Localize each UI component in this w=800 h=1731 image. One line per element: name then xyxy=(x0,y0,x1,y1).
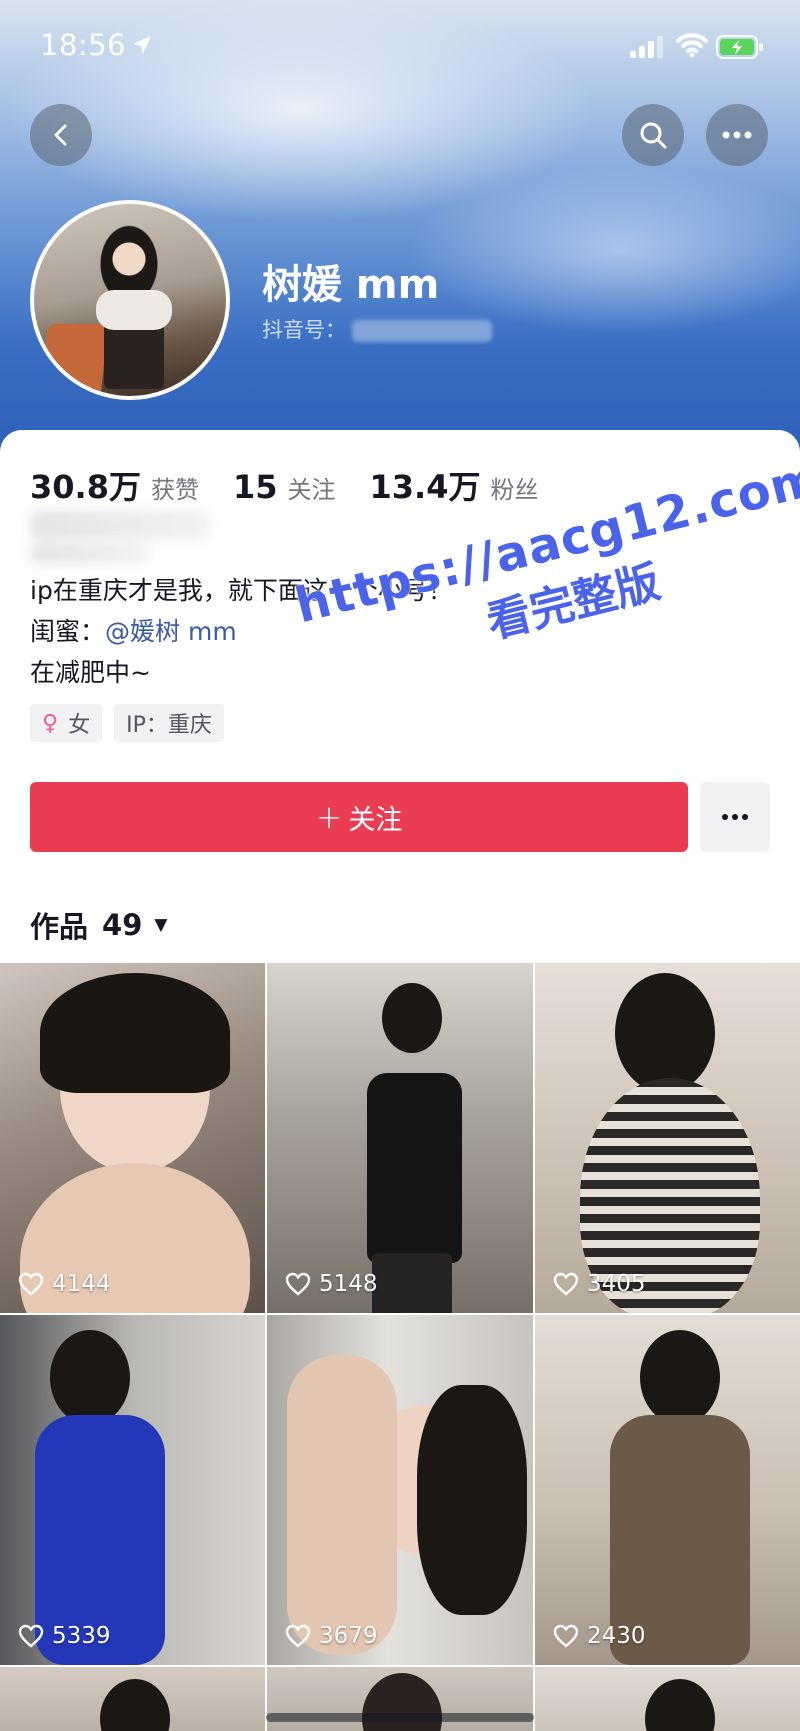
bio: ip在重庆才是我，就下面这一个小号！ 闺蜜：@媛树 mm 在减肥中~ xyxy=(30,570,453,693)
thumbnail-photo-detail xyxy=(40,973,230,1093)
stat-likes: 30.8万 获赞 xyxy=(30,462,199,508)
battery-charging-icon xyxy=(716,35,764,63)
works-tab[interactable]: 作品 49 ▼ xyxy=(30,904,167,946)
bio-line: 闺蜜：@媛树 mm xyxy=(30,611,453,652)
heart-icon xyxy=(285,1624,311,1648)
stat-followers[interactable]: 13.4万 粉丝 xyxy=(370,462,539,508)
profile-name: 树媛 mm xyxy=(262,262,440,308)
status-bar: 18:56 xyxy=(0,0,800,90)
thumbnail-photo-detail xyxy=(382,983,442,1053)
thumbnail-photo-detail xyxy=(645,1679,715,1731)
bio-line: 在减肥中~ xyxy=(30,658,151,687)
thumbnail-photo-detail xyxy=(50,1330,130,1425)
chevron-left-icon xyxy=(54,124,67,146)
like-count: 2430 xyxy=(553,1623,646,1649)
thumbnail-photo-detail xyxy=(372,1253,452,1313)
heart-icon xyxy=(553,1624,579,1648)
more-options-button[interactable] xyxy=(706,104,768,166)
like-count-value: 5148 xyxy=(319,1271,378,1297)
like-count: 5148 xyxy=(285,1271,378,1297)
avatar[interactable] xyxy=(30,200,230,400)
back-button[interactable] xyxy=(30,104,92,166)
like-count-value: 3405 xyxy=(587,1271,646,1297)
home-indicator[interactable] xyxy=(266,1713,534,1722)
female-icon: ♀ xyxy=(42,710,59,736)
bio-prefix: 闺蜜： xyxy=(30,617,106,646)
works-count: 49 xyxy=(102,908,143,942)
stat-label: 粉丝 xyxy=(490,476,539,504)
heart-icon xyxy=(553,1272,579,1296)
thumbnail-photo-detail xyxy=(287,1355,397,1655)
stat-value: 30.8万 xyxy=(30,468,141,506)
stat-value: 13.4万 xyxy=(369,468,481,506)
follow-label: 关注 xyxy=(348,804,403,836)
douyin-id-blurred xyxy=(352,320,492,342)
stat-value: 15 xyxy=(232,468,278,506)
video-thumbnail[interactable] xyxy=(0,1667,265,1731)
video-thumbnail[interactable]: 3679 xyxy=(267,1315,533,1665)
mention-link[interactable]: @媛树 mm xyxy=(105,617,237,646)
like-count-value: 3679 xyxy=(319,1623,378,1649)
thumbnail-photo-detail xyxy=(640,1330,720,1425)
like-count-value: 4144 xyxy=(52,1271,111,1297)
avatar-photo-detail xyxy=(96,290,172,330)
ip-location-tag: IP：重庆 xyxy=(114,704,224,742)
like-count: 4144 xyxy=(18,1271,111,1297)
video-thumbnail[interactable] xyxy=(535,1667,800,1731)
avatar-photo-detail xyxy=(39,324,109,396)
heart-icon xyxy=(285,1272,311,1296)
ellipsis-icon xyxy=(722,131,752,139)
heart-icon xyxy=(18,1624,44,1648)
video-thumbnail[interactable]: 2430 xyxy=(535,1315,800,1665)
caret-down-icon: ▼ xyxy=(154,915,168,935)
like-count-value: 5339 xyxy=(52,1623,111,1649)
video-thumbnail[interactable]: 4144 xyxy=(0,963,265,1313)
more-actions-button[interactable] xyxy=(700,782,770,852)
thumbnail-photo-detail xyxy=(100,1679,170,1731)
video-thumbnail[interactable]: 5339 xyxy=(0,1315,265,1665)
video-thumbnail[interactable]: 3405 xyxy=(535,963,800,1313)
like-count-value: 2430 xyxy=(587,1623,646,1649)
gender-tag: ♀ 女 xyxy=(30,704,103,742)
douyin-id-label: 抖音号： xyxy=(262,318,346,342)
thumbnail-photo-detail xyxy=(417,1385,527,1615)
blurred-text xyxy=(30,510,210,540)
stat-label: 获赞 xyxy=(150,476,199,504)
video-grid: 4144 5148 3405 5339 3679 2430 xyxy=(0,963,800,1731)
profile-tags: ♀ 女 IP：重庆 xyxy=(30,704,236,742)
like-count: 3679 xyxy=(285,1623,378,1649)
status-time: 18:56 xyxy=(40,28,127,62)
thumbnail-photo-detail xyxy=(362,1673,442,1731)
search-icon xyxy=(640,122,667,149)
stat-following[interactable]: 15 关注 xyxy=(233,468,336,506)
stat-label: 关注 xyxy=(287,476,336,504)
search-button[interactable] xyxy=(622,104,684,166)
douyin-id: 抖音号： xyxy=(262,314,492,344)
gender-label: 女 xyxy=(68,713,91,738)
cellular-signal-icon xyxy=(630,36,664,62)
thumbnail-photo-detail xyxy=(367,1073,462,1263)
profile-header: 18:56 树媛 mm 抖音号： xyxy=(0,0,800,460)
wifi-icon xyxy=(676,32,708,62)
like-count: 5339 xyxy=(18,1623,111,1649)
plus-icon: + xyxy=(315,798,343,836)
blurred-text xyxy=(30,542,150,564)
bio-line: ip在重庆才是我，就下面这一个小号！ xyxy=(30,576,453,605)
heart-icon xyxy=(18,1272,44,1296)
ellipsis-icon xyxy=(722,814,748,820)
location-arrow-icon xyxy=(130,33,154,61)
video-thumbnail[interactable]: 5148 xyxy=(267,963,533,1313)
works-label: 作品 xyxy=(30,910,89,944)
thumbnail-photo-detail xyxy=(615,973,715,1093)
like-count: 3405 xyxy=(553,1271,646,1297)
stats-row: 30.8万 获赞 15 关注 13.4万 粉丝 xyxy=(30,462,572,508)
follow-button[interactable]: + 关注 xyxy=(30,782,688,852)
